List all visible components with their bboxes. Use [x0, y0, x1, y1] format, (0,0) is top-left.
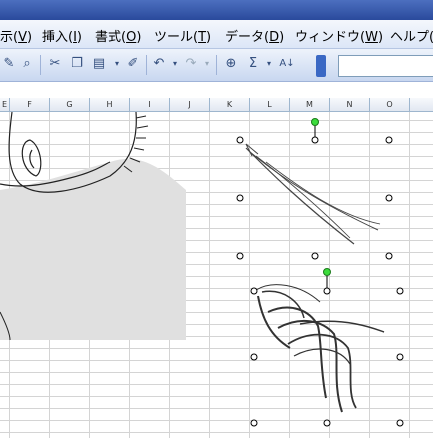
menu-data[interactable]: データ(D) — [225, 26, 284, 45]
menu-tools[interactable]: ツール(T) — [154, 26, 211, 45]
column-header[interactable]: I — [130, 98, 170, 111]
formula-bar[interactable] — [0, 82, 433, 99]
sort-icon[interactable]: A↓ — [278, 55, 296, 73]
cut-icon[interactable]: ✂ — [46, 55, 64, 73]
menu-window[interactable]: ウィンドウ(W) — [295, 26, 383, 45]
copy-icon[interactable]: ❐ — [68, 55, 86, 73]
menu-view[interactable]: 示(V) — [0, 26, 32, 45]
ear-drawing — [21, 139, 42, 177]
toolbar-separator — [216, 55, 217, 75]
autosum-dropdown-icon[interactable]: ▾ — [260, 55, 278, 73]
menu-insert[interactable]: 挿入(I) — [42, 26, 82, 45]
hair-drawing[interactable] — [255, 284, 385, 413]
column-header[interactable]: H — [90, 98, 130, 111]
stroke-drawing[interactable] — [245, 143, 381, 245]
column-header[interactable]: N — [330, 98, 370, 111]
column-header[interactable]: K — [210, 98, 250, 111]
column-header[interactable]: G — [50, 98, 90, 111]
menu-bar: 示(V) 挿入(I) 書式(O) ツール(T) データ(D) ウィンドウ(W) … — [0, 20, 433, 49]
rotate-handle[interactable] — [323, 268, 331, 276]
column-header[interactable]: F — [10, 98, 50, 111]
column-header[interactable]: M — [290, 98, 330, 111]
toolbar-combo-box[interactable] — [338, 55, 433, 77]
column-header[interactable]: E — [0, 98, 10, 111]
format-painter-icon[interactable]: ✐ — [124, 55, 142, 73]
selection-handles-shape-1[interactable] — [236, 136, 393, 260]
column-header-row: E F G H I J K L M N O — [0, 98, 433, 112]
column-header[interactable]: J — [170, 98, 210, 111]
column-header[interactable]: L — [250, 98, 290, 111]
redo-dropdown-icon[interactable]: ▾ — [198, 55, 216, 73]
toolbar-separator — [40, 55, 41, 75]
menu-help[interactable]: ヘルプ( — [390, 26, 433, 45]
research-icon[interactable]: ⌕ — [18, 55, 36, 73]
rotate-handle[interactable] — [311, 118, 319, 126]
paste-icon[interactable]: ▤ — [90, 55, 108, 73]
title-bar — [0, 0, 433, 20]
toolbar-options-grip[interactable] — [316, 55, 326, 77]
pencil-check-icon[interactable]: ✎ — [0, 55, 18, 73]
toolbar-separator — [146, 55, 147, 75]
menu-format[interactable]: 書式(O) — [95, 26, 141, 45]
column-header[interactable]: O — [370, 98, 410, 111]
hyperlink-icon[interactable]: ⊕ — [222, 55, 240, 73]
drawing-layer — [0, 112, 404, 427]
